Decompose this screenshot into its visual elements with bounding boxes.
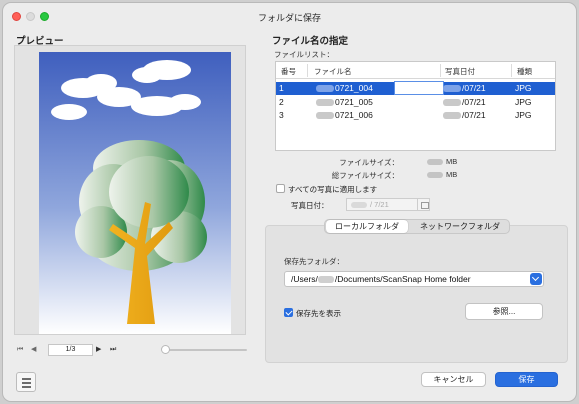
list-icon-line <box>22 382 31 384</box>
photo-date-label: 写真日付： <box>291 201 329 210</box>
cancel-button[interactable]: キャンセル <box>421 372 486 387</box>
file-size-label: ファイルサイズ： <box>339 158 399 167</box>
row-type: JPG <box>515 83 532 93</box>
filename-edit-field[interactable] <box>394 81 444 95</box>
column-header-date[interactable]: 写真日付 <box>445 66 475 77</box>
column-separator <box>440 64 441 77</box>
column-header-filename[interactable]: ファイル名 <box>314 66 352 77</box>
total-size-value: MB <box>427 170 457 179</box>
previous-page-icon[interactable]: ◀ <box>31 344 36 356</box>
redacted-prefix <box>316 85 334 93</box>
folder-type-tabs: ローカルフォルダ ネットワークフォルダ <box>324 219 510 234</box>
table-row[interactable]: 1 0721_004 /07/21 JPG <box>276 81 555 95</box>
sidebar-toggle-button[interactable] <box>16 372 36 392</box>
row-date-text: /07/21 <box>462 83 486 93</box>
row-date: /07/21 <box>443 110 486 120</box>
redacted-total <box>427 172 443 179</box>
list-icon <box>22 378 31 380</box>
next-page-icon[interactable]: ▶ <box>96 344 101 356</box>
redacted-year <box>351 202 367 209</box>
show-destination-label: 保存先を表示 <box>296 309 341 318</box>
page-indicator[interactable]: 1/3 <box>48 344 93 356</box>
column-header-number[interactable]: 番号 <box>281 66 296 77</box>
preview-navigation: ⏮ ◀ 1/3 ▶ ⏭ <box>17 344 247 356</box>
photo-date-field[interactable]: / 7/21 <box>346 198 418 211</box>
row-filename: 0721_005 <box>316 97 373 107</box>
redacted-username <box>317 276 334 284</box>
destination-folder-select[interactable]: /Users/ /Documents/ScanSnap Home folder <box>284 271 544 287</box>
path-suffix: /Documents/ScanSnap Home folder <box>334 274 471 284</box>
total-size-label: 総ファイルサイズ： <box>331 171 399 180</box>
destination-folder-label: 保存先フォルダ： <box>284 257 344 266</box>
first-page-icon[interactable]: ⏮ <box>17 344 23 356</box>
tab-network-folder[interactable]: ネットワークフォルダ <box>411 220 509 233</box>
preview-image <box>39 52 231 334</box>
table-row[interactable]: 3 0721_006 /07/21 JPG <box>276 109 555 122</box>
row-type: JPG <box>515 110 532 120</box>
apply-all-checkbox[interactable] <box>276 184 285 193</box>
column-separator <box>307 64 308 77</box>
column-separator <box>511 64 512 77</box>
table-header: 番号 ファイル名 写真日付 種類 <box>276 62 555 79</box>
redacted-year <box>443 85 461 93</box>
path-prefix: /Users/ <box>291 274 318 284</box>
row-filename-text: 0721_004 <box>335 83 373 93</box>
row-number: 1 <box>279 83 284 93</box>
last-page-icon[interactable]: ⏭ <box>110 344 116 356</box>
file-size-unit: MB <box>446 157 458 166</box>
redacted-prefix <box>316 112 334 120</box>
redacted-year <box>443 112 461 120</box>
row-date-text: /07/21 <box>462 97 486 107</box>
show-destination-checkbox[interactable] <box>284 308 293 317</box>
list-icon-line <box>22 386 31 388</box>
calendar-icon[interactable] <box>417 198 430 211</box>
file-list-label: ファイルリスト： <box>274 50 334 59</box>
browse-button[interactable]: 参照... <box>465 303 543 320</box>
table-row[interactable]: 2 0721_005 /07/21 JPG <box>276 96 555 109</box>
tree-illustration <box>39 52 231 334</box>
chevron-down-icon[interactable] <box>530 273 542 285</box>
save-button[interactable]: 保存 <box>495 372 558 387</box>
row-date: /07/21 <box>443 83 486 93</box>
apply-all-label: すべての写真に適用します <box>288 185 378 194</box>
column-header-type[interactable]: 種類 <box>517 66 532 77</box>
save-to-folder-window: フォルダに保存 プレビュー ⏮ ◀ 1/3 ▶ ⏭ ファイル名の指定 ファイルリ… <box>2 2 577 402</box>
row-number: 2 <box>279 97 284 107</box>
redacted-size <box>427 159 443 166</box>
preview-area <box>14 45 246 335</box>
zoom-slider-track[interactable] <box>165 349 247 351</box>
titlebar: フォルダに保存 <box>3 3 576 29</box>
tab-local-folder[interactable]: ローカルフォルダ <box>326 220 408 233</box>
file-size-value: MB <box>427 157 457 166</box>
redacted-prefix <box>316 99 334 107</box>
row-date-text: /07/21 <box>462 110 486 120</box>
row-filename-text: 0721_006 <box>335 110 373 120</box>
window-title: フォルダに保存 <box>257 13 321 23</box>
file-name-heading: ファイル名の指定 <box>272 36 349 47</box>
zoom-slider-knob[interactable] <box>161 345 170 354</box>
total-size-unit: MB <box>446 170 458 179</box>
redacted-year <box>443 99 461 107</box>
row-filename-text: 0721_005 <box>335 97 373 107</box>
row-filename: 0721_006 <box>316 110 373 120</box>
row-type: JPG <box>515 97 532 107</box>
file-list-table: 番号 ファイル名 写真日付 種類 1 0721_004 /07/21 JPG 2… <box>275 61 556 151</box>
photo-date-text: / 7/21 <box>370 200 389 209</box>
row-number: 3 <box>279 110 284 120</box>
destination-panel <box>265 225 568 363</box>
row-date: /07/21 <box>443 97 486 107</box>
row-filename: 0721_004 <box>316 83 373 93</box>
